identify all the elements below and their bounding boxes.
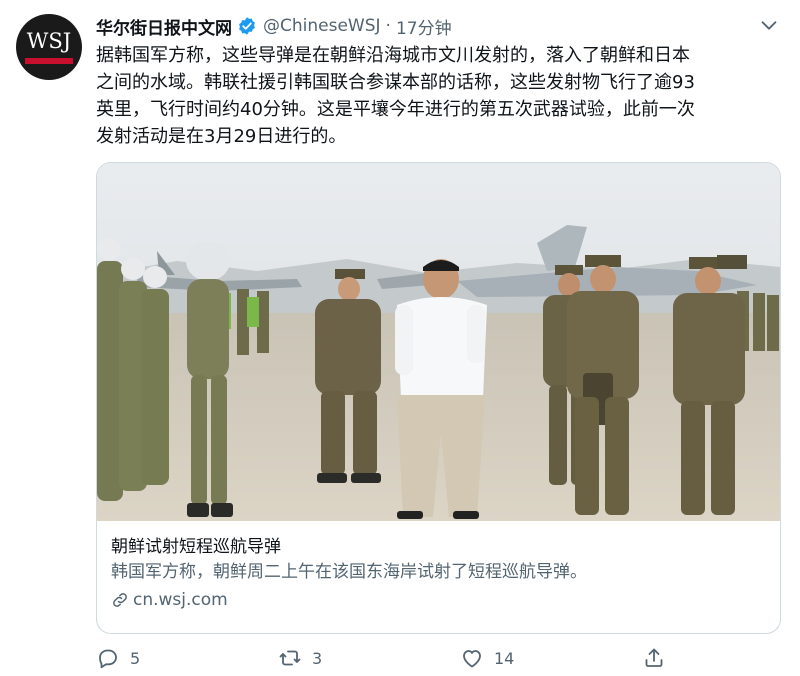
tweet-text-line: 英里，飞行时间约40分钟。这是平壤今年进行的第五次武器试验，此前一次 (96, 99, 695, 120)
heart-icon (463, 650, 481, 668)
verified-badge-icon (239, 17, 255, 35)
share-icon (645, 648, 663, 667)
display-name[interactable]: 华尔街日报中文网 (96, 14, 232, 39)
card-meta: 朝鲜试射短程巡航导弹 韩国军方称，朝鲜周二上午在该国东海岸试射了短程巡航导弹。 … (111, 535, 766, 613)
link-icon (113, 593, 127, 607)
like-button[interactable]: 14 (460, 646, 514, 670)
separator-dot: · (385, 16, 391, 36)
link-card[interactable]: 朝鲜试射短程巡航导弹 韩国军方称，朝鲜周二上午在该国东海岸试射了短程巡航导弹。 … (96, 162, 781, 634)
retweet-count: 3 (312, 648, 323, 668)
tweet-text-line: 之间的水域。韩联社援引韩国联合参谋本部的话称，这些发射物飞行了逾93 (96, 72, 695, 93)
avatar-logo-text: WSJ (26, 29, 72, 53)
like-count: 14 (494, 648, 515, 668)
timestamp[interactable]: 17分钟 (396, 14, 452, 39)
share-button[interactable] (642, 646, 676, 670)
card-title[interactable]: 朝鲜试射短程巡航导弹 (111, 535, 766, 559)
retweet-icon (279, 650, 301, 666)
avatar[interactable]: WSJ (16, 14, 82, 80)
chevron-down-icon[interactable] (758, 14, 780, 36)
tweet-actions: 5 3 14 (96, 646, 776, 674)
reply-count: 5 (130, 648, 141, 668)
tweet-text: 据韩国军方称，这些导弹是在朝鲜沿海城市文川发射的，落入了朝鲜和日本 之间的水域。… (96, 42, 776, 150)
tweet-header: 华尔街日报中文网 @ChineseWSJ · 17分钟 (96, 14, 452, 39)
tweet-text-line: 据韩国军方称，这些导弹是在朝鲜沿海城市文川发射的，落入了朝鲜和日本 (96, 45, 690, 66)
retweet-button[interactable]: 3 (278, 646, 322, 670)
card-domain-text: cn.wsj.com (133, 590, 228, 610)
avatar-logo-strip (25, 58, 73, 64)
card-domain[interactable]: cn.wsj.com (111, 587, 766, 613)
card-photo[interactable] (97, 163, 780, 521)
tweet-text-line: 发射活动是在3月29日进行的。 (96, 126, 347, 147)
reply-button[interactable]: 5 (96, 646, 140, 670)
reply-icon (99, 649, 117, 669)
handle[interactable]: @ChineseWSJ (263, 16, 381, 36)
card-description: 韩国军方称，朝鲜周二上午在该国东海岸试射了短程巡航导弹。 (111, 562, 587, 582)
